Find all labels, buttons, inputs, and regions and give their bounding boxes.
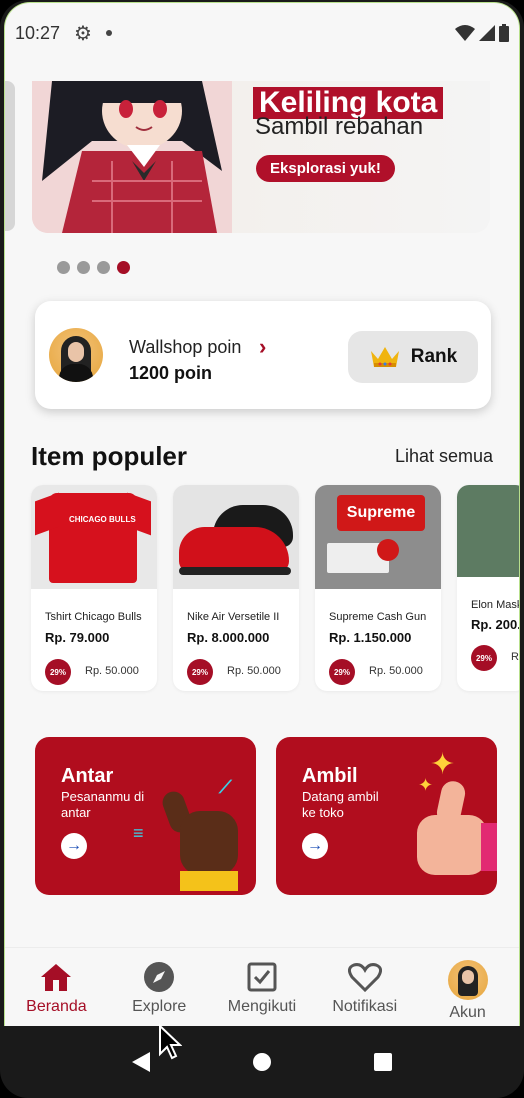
product-price: Rp. 79.000 bbox=[45, 630, 110, 645]
nav-item-explore[interactable]: Explore bbox=[109, 960, 209, 1016]
device-frame: 10:27 ⚙ Keliling kota Sambil rebahan Eks… bbox=[0, 0, 524, 1098]
product-card[interactable]: Elon Mask Rp. 200. 29% Rp bbox=[457, 485, 520, 691]
nav-label: Akun bbox=[449, 1004, 486, 1021]
product-image-text: Supreme bbox=[337, 495, 425, 531]
discount-badge: 29% bbox=[187, 659, 213, 685]
product-list: CHICAGO BULLS Tshirt Chicago Bulls Rp. 7… bbox=[31, 485, 520, 691]
nav-label: Notifikasi bbox=[332, 998, 398, 1015]
carousel-dot[interactable] bbox=[97, 261, 110, 274]
avatar bbox=[49, 328, 103, 382]
product-name: Supreme Cash Gun bbox=[329, 611, 427, 623]
product-name: Elon Mask bbox=[471, 599, 520, 611]
anime-girl-illustration bbox=[32, 81, 232, 233]
pickup-card[interactable]: Ambil Datang ambil ke toko → ✦ ✦ bbox=[276, 737, 497, 895]
see-all-link[interactable]: Lihat semua bbox=[395, 446, 493, 467]
checkbox-icon bbox=[245, 960, 279, 994]
notification-dot-icon bbox=[105, 30, 112, 36]
hand-gesture-illustration bbox=[159, 781, 250, 895]
banner-subtitle: Sambil rebahan bbox=[255, 113, 424, 140]
product-card[interactable]: Supreme Supreme Cash Gun Rp. 1.150.000 2… bbox=[315, 485, 441, 691]
delivery-card[interactable]: Antar Pesananmu di antar → ⟋ ≡ bbox=[35, 737, 256, 895]
arrow-right-icon[interactable]: → bbox=[61, 833, 87, 859]
banner-prev-peek bbox=[5, 81, 15, 231]
rank-label: Rank bbox=[410, 346, 458, 367]
nav-label: Explore bbox=[132, 998, 187, 1015]
carousel-indicator bbox=[57, 261, 130, 274]
product-old-price: Rp bbox=[511, 651, 519, 663]
product-name: Nike Air Versetile II bbox=[187, 611, 280, 623]
compass-icon bbox=[142, 960, 176, 994]
app-screen: 10:27 ⚙ Keliling kota Sambil rebahan Eks… bbox=[4, 2, 520, 1026]
explore-button[interactable]: Eksplorasi yuk! bbox=[256, 155, 395, 182]
carousel-dot[interactable] bbox=[77, 261, 90, 274]
banner-carousel[interactable]: Keliling kota Sambil rebahan Eksplorasi … bbox=[5, 81, 519, 241]
status-icons bbox=[455, 24, 509, 42]
service-options: Antar Pesananmu di antar → ⟋ ≡ Ambil Dat… bbox=[35, 737, 497, 895]
status-time: 10:27 bbox=[15, 22, 61, 43]
product-image-supreme: Supreme bbox=[315, 485, 441, 589]
promo-banner[interactable]: Keliling kota Sambil rebahan Eksplorasi … bbox=[32, 81, 490, 233]
product-old-price: Rp. 50.000 bbox=[227, 665, 281, 677]
back-icon[interactable] bbox=[131, 1052, 150, 1072]
gear-icon: ⚙ bbox=[74, 22, 92, 45]
crown-icon bbox=[370, 347, 399, 367]
service-title: Ambil bbox=[302, 765, 358, 787]
sparkle-icon: ⟋ bbox=[219, 777, 232, 797]
section-title-popular: Item populer bbox=[31, 441, 188, 471]
product-old-price: Rp. 50.000 bbox=[85, 665, 139, 677]
product-image-text: CHICAGO BULLS bbox=[69, 515, 136, 524]
service-title: Antar bbox=[61, 765, 114, 787]
product-image-shoes bbox=[173, 485, 299, 589]
home-circle-icon[interactable] bbox=[252, 1053, 271, 1071]
bottom-navigation: Beranda Explore Mengikuti Notifikasi Aku… bbox=[5, 947, 519, 1026]
product-name: Tshirt Chicago Bulls bbox=[45, 611, 142, 623]
battery-icon bbox=[499, 24, 509, 42]
discount-badge: 29% bbox=[471, 645, 497, 671]
nav-label: Beranda bbox=[26, 998, 87, 1015]
discount-badge: 29% bbox=[329, 659, 355, 685]
status-bar: 10:27 ⚙ bbox=[5, 3, 519, 63]
points-label[interactable]: Wallshop poin bbox=[129, 337, 241, 358]
nav-item-account[interactable]: Akun bbox=[418, 960, 518, 1022]
product-old-price: Rp. 50.000 bbox=[369, 665, 423, 677]
service-description: Pesananmu di antar bbox=[61, 789, 145, 820]
heart-icon bbox=[347, 960, 382, 994]
product-price: Rp. 1.150.000 bbox=[329, 630, 412, 645]
rank-button[interactable]: Rank bbox=[348, 331, 478, 383]
recents-icon[interactable] bbox=[374, 1053, 393, 1071]
home-icon bbox=[39, 960, 73, 994]
mouse-cursor-icon bbox=[159, 1024, 182, 1060]
system-navigation-bar bbox=[0, 1026, 524, 1098]
product-card[interactable]: CHICAGO BULLS Tshirt Chicago Bulls Rp. 7… bbox=[31, 485, 157, 691]
carousel-dot-active[interactable] bbox=[117, 261, 130, 274]
product-image-tshirt: CHICAGO BULLS bbox=[31, 485, 157, 589]
signal-icon bbox=[479, 25, 495, 41]
product-price: Rp. 200. bbox=[471, 617, 520, 632]
arrow-right-icon[interactable]: → bbox=[302, 833, 328, 859]
nav-item-following[interactable]: Mengikuti bbox=[212, 960, 312, 1016]
sparkle-star-icon: ✦ bbox=[430, 748, 456, 781]
points-value: 1200 poin bbox=[129, 363, 213, 383]
nav-item-notifications[interactable]: Notifikasi bbox=[315, 960, 415, 1016]
carousel-dot[interactable] bbox=[57, 261, 70, 274]
thumbs-up-illustration bbox=[397, 777, 497, 891]
sparkle-icon: ≡ bbox=[133, 823, 144, 843]
product-image-book bbox=[457, 485, 519, 577]
wifi-icon bbox=[455, 25, 475, 41]
nav-label: Mengikuti bbox=[227, 998, 297, 1015]
chevron-right-icon[interactable]: › bbox=[259, 334, 266, 360]
product-card[interactable]: Nike Air Versetile II Rp. 8.000.000 29% … bbox=[173, 485, 299, 691]
avatar bbox=[447, 960, 488, 1000]
service-description: Datang ambil ke toko bbox=[302, 789, 379, 820]
sparkle-star-icon: ✦ bbox=[418, 775, 434, 795]
product-price: Rp. 8.000.000 bbox=[187, 630, 270, 645]
discount-badge: 29% bbox=[45, 659, 71, 685]
nav-item-home[interactable]: Beranda bbox=[6, 960, 106, 1016]
points-card[interactable]: Wallshop poin › 1200 poin Rank bbox=[35, 301, 491, 409]
